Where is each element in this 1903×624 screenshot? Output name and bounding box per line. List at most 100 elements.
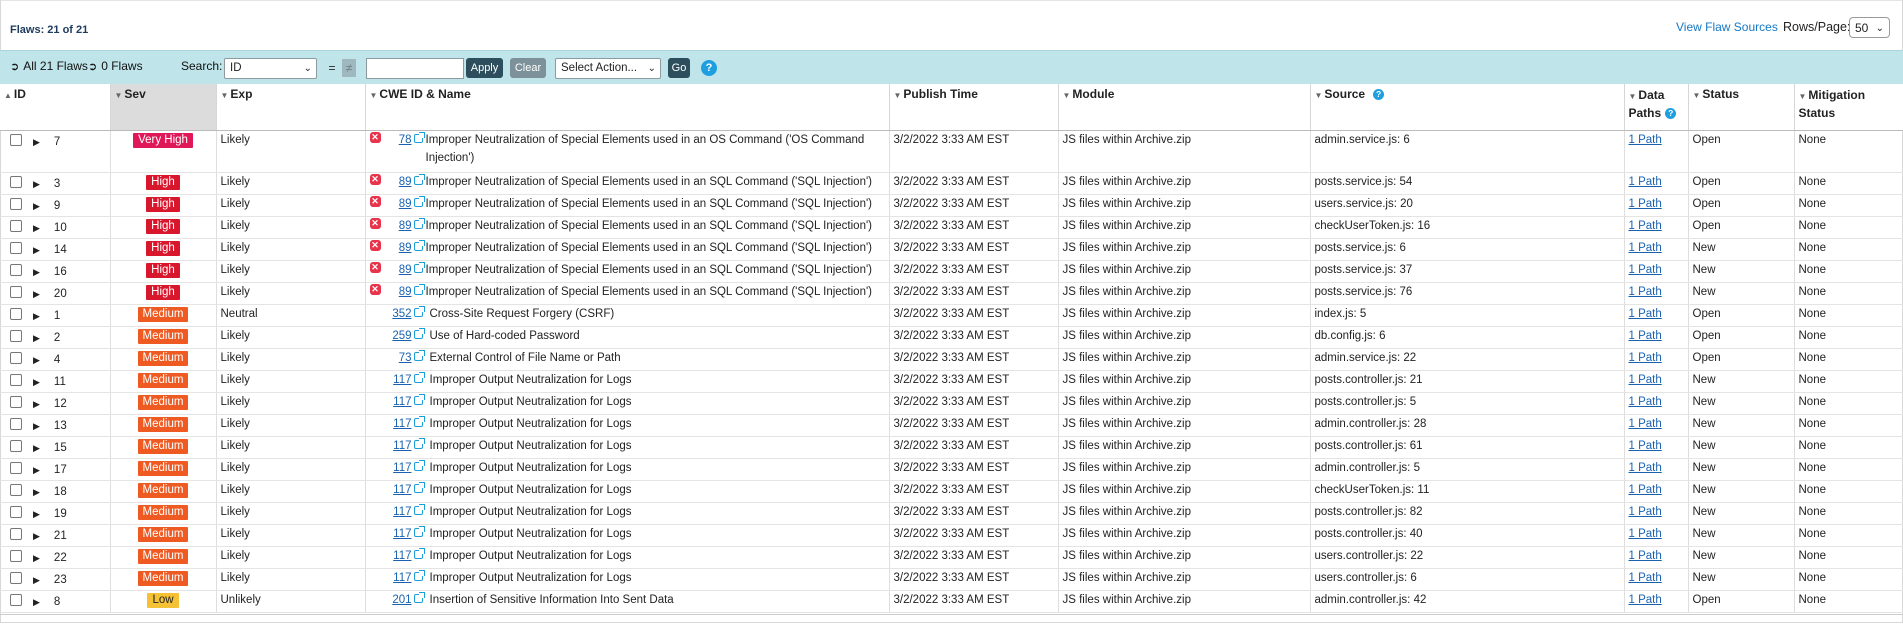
cwe-id-link[interactable]: 117 — [384, 437, 411, 455]
select-action-dropdown[interactable]: Select Action... ⌄ — [555, 58, 661, 79]
row-checkbox[interactable] — [10, 528, 22, 540]
table-row[interactable]: ▶ 9 High Likely ✕ 89 Improper Neutralization o… — [0, 194, 1903, 217]
zero-flaws-button[interactable]: ➲ 0 Flaws — [88, 59, 143, 73]
expand-row-icon[interactable]: ▶ — [33, 373, 40, 391]
expand-row-icon[interactable]: ▶ — [33, 241, 40, 259]
data-path-link[interactable]: 1 Path — [1629, 440, 1662, 452]
external-link-icon[interactable] — [413, 350, 425, 361]
external-link-icon[interactable] — [413, 416, 425, 427]
cwe-id-link[interactable]: 89 — [384, 261, 412, 279]
cwe-id-link[interactable]: 117 — [384, 569, 411, 587]
data-path-link[interactable]: 1 Path — [1629, 134, 1662, 146]
column-header-publish-time[interactable]: ▼ Publish Time — [889, 84, 1059, 131]
row-checkbox[interactable] — [10, 286, 22, 298]
all-flaws-button[interactable]: ➲ All 21 Flaws — [10, 59, 88, 73]
expand-row-icon[interactable]: ▶ — [33, 133, 40, 151]
row-checkbox[interactable] — [10, 308, 22, 320]
row-checkbox[interactable] — [10, 506, 22, 518]
cwe-id-link[interactable]: 89 — [384, 173, 412, 191]
external-link-icon[interactable] — [413, 328, 425, 339]
external-link-icon[interactable] — [413, 526, 425, 537]
table-row[interactable]: ▶ 21 Medium Likely 117 Improper Output Neutra… — [0, 524, 1903, 547]
table-row[interactable]: ▶ 7 Very High Likely ✕ 78 Improper Neutralizat… — [0, 130, 1903, 173]
row-checkbox[interactable] — [10, 134, 22, 146]
external-link-icon[interactable] — [413, 460, 425, 471]
cwe-id-link[interactable]: 89 — [384, 239, 412, 257]
data-path-link[interactable]: 1 Path — [1629, 484, 1662, 496]
data-path-link[interactable]: 1 Path — [1629, 374, 1662, 386]
search-field-select[interactable]: ID ⌄ — [224, 58, 317, 79]
external-link-icon[interactable] — [413, 196, 425, 207]
expand-row-icon[interactable]: ▶ — [33, 549, 40, 567]
external-link-icon[interactable] — [413, 504, 425, 515]
row-checkbox[interactable] — [10, 352, 22, 364]
table-row[interactable]: ▶ 8 Low Unlikely 201 Insertion of Sensitive I… — [0, 590, 1903, 613]
cwe-id-link[interactable]: 89 — [384, 217, 412, 235]
row-checkbox[interactable] — [10, 220, 22, 232]
table-row[interactable]: ▶ 15 Medium Likely 117 Improper Output Neutra… — [0, 436, 1903, 459]
view-flaw-sources-link[interactable]: View Flaw Sources — [1676, 20, 1778, 34]
column-header-mitigation-status[interactable]: ▼ Mitigation Status — [1794, 84, 1903, 131]
column-header-sev[interactable]: ▼ Sev — [110, 84, 217, 131]
data-path-link[interactable]: 1 Path — [1629, 308, 1662, 320]
expand-row-icon[interactable]: ▶ — [33, 483, 40, 501]
row-checkbox[interactable] — [10, 330, 22, 342]
row-checkbox[interactable] — [10, 198, 22, 210]
help-icon[interactable]: ? — [1665, 108, 1677, 119]
expand-row-icon[interactable]: ▶ — [33, 571, 40, 589]
data-path-link[interactable]: 1 Path — [1629, 462, 1662, 474]
external-link-icon[interactable] — [413, 174, 425, 185]
external-link-icon[interactable] — [413, 306, 425, 317]
rows-per-page-select[interactable]: 50 ⌄ — [1849, 17, 1890, 38]
data-path-link[interactable]: 1 Path — [1629, 550, 1662, 562]
external-link-icon[interactable] — [413, 132, 425, 143]
column-header-data-paths[interactable]: ▼ Data Paths? — [1624, 84, 1689, 131]
external-link-icon[interactable] — [413, 240, 425, 251]
cwe-id-link[interactable]: 117 — [384, 503, 411, 521]
expand-row-icon[interactable]: ▶ — [33, 395, 40, 413]
expand-row-icon[interactable]: ▶ — [33, 307, 40, 325]
external-link-icon[interactable] — [413, 482, 425, 493]
expand-row-icon[interactable]: ▶ — [33, 329, 40, 347]
row-checkbox[interactable] — [10, 374, 22, 386]
data-path-link[interactable]: 1 Path — [1629, 418, 1662, 430]
row-checkbox[interactable] — [10, 264, 22, 276]
data-path-link[interactable]: 1 Path — [1629, 176, 1662, 188]
search-input[interactable] — [366, 58, 464, 79]
expand-row-icon[interactable]: ▶ — [33, 439, 40, 457]
data-path-link[interactable]: 1 Path — [1629, 506, 1662, 518]
expand-row-icon[interactable]: ▶ — [33, 461, 40, 479]
table-row[interactable]: ▶ 10 High Likely ✕ 89 Improper Neutralization … — [0, 216, 1903, 239]
data-path-link[interactable]: 1 Path — [1629, 220, 1662, 232]
row-checkbox[interactable] — [10, 484, 22, 496]
external-link-icon[interactable] — [413, 262, 425, 273]
external-link-icon[interactable] — [413, 372, 425, 383]
clear-button[interactable]: Clear — [510, 58, 546, 78]
cwe-id-link[interactable]: 201 — [384, 591, 411, 609]
row-checkbox[interactable] — [10, 594, 22, 606]
data-path-link[interactable]: 1 Path — [1629, 286, 1662, 298]
cwe-id-link[interactable]: 89 — [384, 195, 412, 213]
row-checkbox[interactable] — [10, 418, 22, 430]
column-header-status[interactable]: ▼ Status — [1688, 84, 1795, 131]
table-row[interactable]: ▶ 3 High Likely ✕ 89 Improper Neutralization o… — [0, 172, 1903, 195]
column-header-id[interactable]: ▲ ID — [0, 84, 111, 131]
expand-row-icon[interactable]: ▶ — [33, 527, 40, 545]
external-link-icon[interactable] — [413, 284, 425, 295]
column-header-module[interactable]: ▼ Module — [1058, 84, 1311, 131]
data-path-link[interactable]: 1 Path — [1629, 242, 1662, 254]
data-path-link[interactable]: 1 Path — [1629, 330, 1662, 342]
go-button[interactable]: Go — [668, 58, 690, 78]
cwe-id-link[interactable]: 89 — [384, 283, 412, 301]
table-row[interactable]: ▶ 14 High Likely ✕ 89 Improper Neutralization … — [0, 238, 1903, 261]
expand-row-icon[interactable]: ▶ — [33, 593, 40, 611]
data-path-link[interactable]: 1 Path — [1629, 198, 1662, 210]
table-row[interactable]: ▶ 4 Medium Likely 73 External Control of File… — [0, 348, 1903, 371]
table-row[interactable]: ▶ 20 High Likely ✕ 89 Improper Neutralization … — [0, 282, 1903, 305]
cwe-id-link[interactable]: 117 — [384, 481, 411, 499]
table-row[interactable]: ▶ 2 Medium Likely 259 Use of Hard-coded Passw… — [0, 326, 1903, 349]
cwe-id-link[interactable]: 73 — [384, 349, 412, 367]
equals-operator-button[interactable]: = — [325, 59, 339, 77]
cwe-id-link[interactable]: 259 — [384, 327, 411, 345]
table-row[interactable]: ▶ 1 Medium Neutral 352 Cross-Site Request For… — [0, 304, 1903, 327]
